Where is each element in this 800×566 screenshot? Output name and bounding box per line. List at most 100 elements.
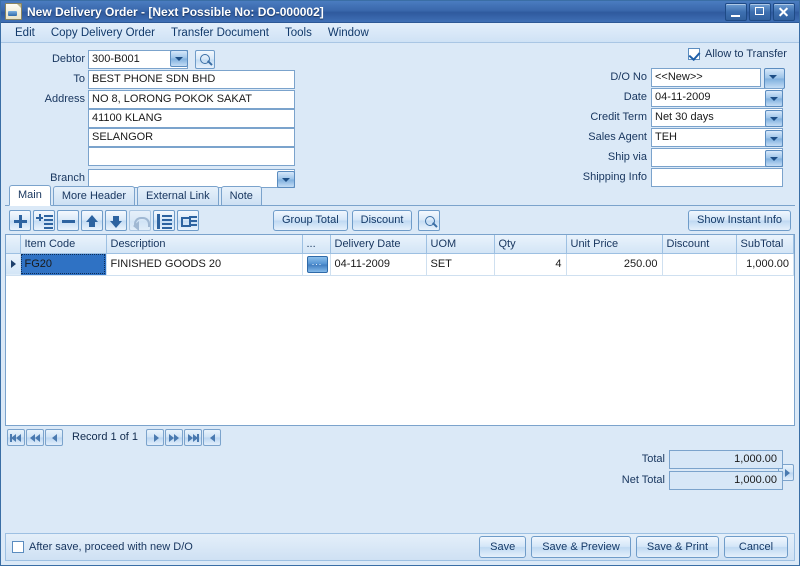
debtor-label: Debtor [51,53,85,65]
column-header-discount[interactable]: Discount [662,235,737,254]
do-no-label: D/O No [610,71,647,83]
do-no-input[interactable]: <<New>> [651,68,761,87]
grid-search-button[interactable] [418,209,441,231]
nav-first-button[interactable] [7,428,25,446]
cell-description[interactable]: FINISHED GOODS 20 [106,253,303,276]
tab-external-link[interactable]: External Link [137,186,219,205]
nav-next-button[interactable] [146,428,165,446]
address-line4-input[interactable] [88,147,295,166]
menu-item-edit[interactable]: Edit [7,25,43,41]
cell-qty[interactable]: 4 [494,253,567,276]
nav-next-page-button[interactable] [165,428,184,446]
menu-item-copy-delivery-order[interactable]: Copy Delivery Order [43,25,163,41]
add-row-icon[interactable] [9,209,31,231]
maximize-icon[interactable] [749,2,771,21]
ship-via-input[interactable] [651,148,783,167]
do-no-dropdown-icon[interactable] [764,68,785,89]
debtor-dropdown-icon[interactable] [170,50,188,67]
minimize-icon[interactable] [725,2,747,21]
column-header-item-code[interactable]: Item Code [20,235,107,254]
detail-view-icon[interactable] [177,209,199,231]
cell-dots[interactable]: ... [302,253,331,276]
ship-via-label: Ship via [607,151,647,163]
ellipsis-icon[interactable]: ... [306,255,328,273]
menu-bar: Edit Copy Delivery Order Transfer Docume… [1,23,799,43]
sales-agent-label: Sales Agent [588,131,647,143]
totals-section: Total 1,000.00 Net Total 1,000.00 [1,448,799,494]
insert-row-icon[interactable] [33,209,55,231]
date-input[interactable]: 04-11-2009 [651,88,783,107]
undo-icon [129,209,151,231]
line-items-grid[interactable]: Item Code Description ... Delivery Date … [5,234,795,426]
menu-item-transfer-document[interactable]: Transfer Document [163,25,277,41]
address-line3-input[interactable]: SELANGOR [88,128,295,147]
nav-last-button[interactable] [184,428,203,446]
tab-note[interactable]: Note [220,186,262,205]
nav-collapse-button[interactable] [203,428,222,446]
column-header-description[interactable]: Description [106,235,303,254]
total-label: Total [641,453,665,465]
save-and-preview-button[interactable]: Save & Preview [531,536,631,558]
record-navigator: Record 1 of 1 [5,426,795,448]
show-instant-info-button[interactable]: Show Instant Info [688,209,791,231]
grid-table: Item Code Description ... Delivery Date … [6,235,794,276]
tab-more-header[interactable]: More Header [52,186,136,205]
net-total-label: Net Total [621,474,665,486]
magnifier-icon [425,215,436,226]
debtor-search-button[interactable] [195,50,215,69]
column-header-subtotal[interactable]: SubTotal [736,235,794,254]
save-button[interactable]: Save [479,536,527,558]
menu-item-window[interactable]: Window [320,25,377,41]
delete-row-icon[interactable] [57,209,79,231]
credit-term-label: Credit Term [590,111,647,123]
to-label: To [73,73,85,85]
date-label: Date [623,91,647,103]
credit-term-dropdown-icon[interactable] [765,110,783,127]
shipping-info-input[interactable] [651,168,783,187]
document-icon [5,3,22,20]
to-input[interactable]: BEST PHONE SDN BHD [88,70,295,89]
close-icon[interactable] [773,2,795,21]
move-down-icon[interactable] [105,209,127,231]
checkbox-icon [688,48,700,60]
tab-main[interactable]: Main [9,185,51,206]
nav-prev-page-button[interactable] [26,428,44,446]
grid-toolbar: Group Total Discount Show Instant Info [5,206,795,234]
sales-agent-input[interactable]: TEH [651,128,783,147]
cancel-button[interactable]: Cancel [724,536,788,558]
address-line1-input[interactable]: NO 8, LORONG POKOK SAKAT [88,90,295,109]
date-dropdown-icon[interactable] [765,90,783,107]
nav-prev-button[interactable] [45,428,63,446]
cell-item-code[interactable]: FG20 [20,253,107,276]
after-save-checkbox[interactable]: After save, proceed with new D/O [12,541,193,553]
column-header-dots[interactable]: ... [302,235,331,254]
cell-delivery-date[interactable]: 04-11-2009 [330,253,427,276]
column-header-qty[interactable]: Qty [494,235,567,254]
row-indicator-header [6,235,21,254]
column-header-delivery-date[interactable]: Delivery Date [330,235,427,254]
save-and-print-button[interactable]: Save & Print [635,536,719,558]
group-total-button[interactable]: Group Total [273,209,348,231]
allow-to-transfer-checkbox[interactable]: Allow to Transfer [688,48,787,60]
menu-item-tools[interactable]: Tools [277,25,320,41]
address-line2-input[interactable]: 41100 KLANG [88,109,295,128]
cell-uom[interactable]: SET [426,253,495,276]
cell-subtotal[interactable]: 1,000.00 [736,253,794,276]
ship-via-dropdown-icon[interactable] [765,150,783,167]
sales-agent-dropdown-icon[interactable] [765,130,783,147]
branch-dropdown-icon[interactable] [277,171,295,188]
grid-header-row: Item Code Description ... Delivery Date … [6,235,794,254]
cell-unit-price[interactable]: 250.00 [566,253,663,276]
cell-discount[interactable] [662,253,737,276]
allow-to-transfer-label: Allow to Transfer [705,48,787,60]
column-header-unit-price[interactable]: Unit Price [566,235,663,254]
credit-term-input[interactable]: Net 30 days [651,108,783,127]
discount-button[interactable]: Discount [351,209,413,231]
list-view-icon[interactable] [153,209,175,231]
table-row[interactable]: FG20 FINISHED GOODS 20 ... 04-11-2009 SE… [6,253,794,276]
column-header-uom[interactable]: UOM [426,235,495,254]
shipping-info-label: Shipping Info [582,171,647,183]
title-bar: New Delivery Order - [Next Possible No: … [1,1,799,23]
move-up-icon[interactable] [81,209,103,231]
window-controls [725,2,797,21]
